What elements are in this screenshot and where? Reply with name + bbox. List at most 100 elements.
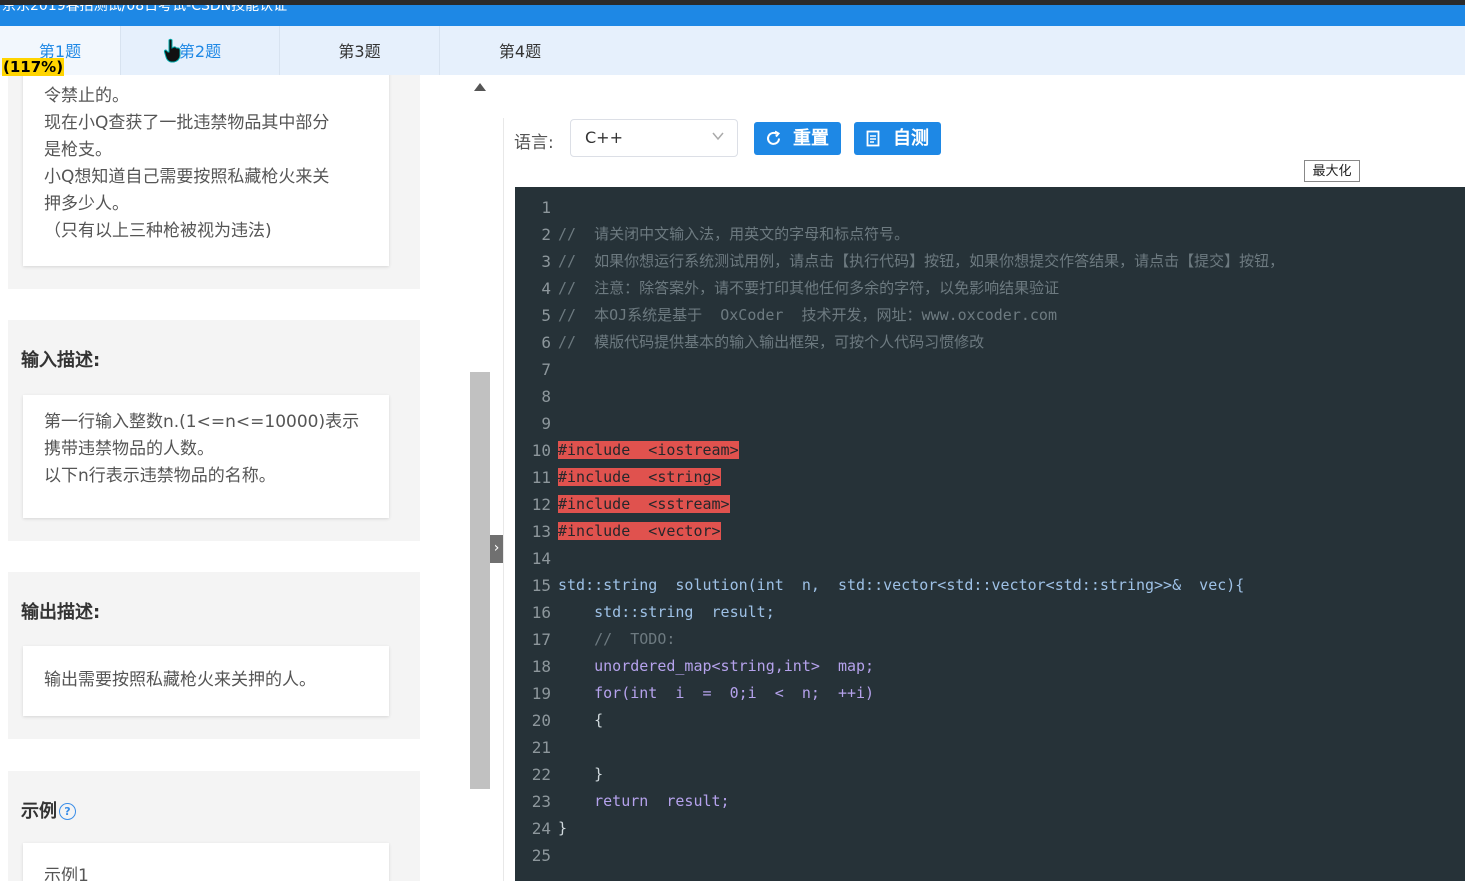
code-text: // 如果你想运行系统测试用例，请点击【执行代码】按钮，如果你想提交作答结果，请… [558, 252, 1285, 270]
highlighted-include: #include <sstream> [558, 495, 730, 513]
output-line: 输出需要按照私藏枪火来关押的人。 [44, 670, 316, 690]
line-number: 13 [531, 522, 551, 541]
tab-question-2[interactable]: 第2题 [121, 26, 279, 75]
problem-panel: 令禁止的。 现在小Q查获了一批违禁物品其中部分 是枪支。 小Q想知道自己需要按照… [0, 75, 470, 881]
code-line: 1 [515, 194, 1465, 221]
code-text-highlighted: #include <vector> [558, 518, 721, 545]
code-line: 17 // TODO: [515, 626, 1465, 653]
line-number: 8 [541, 387, 551, 406]
line-number: 1 [541, 198, 551, 217]
code-line: 14 [515, 545, 1465, 572]
question-tabs: 第1题 第2题 第3题 第4题 [0, 26, 1465, 75]
example-item: 示例1 [44, 866, 89, 881]
language-label: 语言: [514, 133, 554, 153]
scroll-up-arrow-icon[interactable] [474, 83, 486, 91]
collapse-chevron-icon[interactable]: › [490, 535, 503, 563]
line-number: 24 [531, 819, 551, 838]
example-title-row: 示例? [21, 797, 76, 823]
line-number: 4 [541, 279, 551, 298]
code-line: 2 // 请关闭中文输入法，用英文的字母和标点符号。 [515, 221, 1465, 248]
code-line: 11 #include <string> [515, 464, 1465, 491]
code-line: 18 unordered_map<string,int> map; [515, 653, 1465, 680]
line-number: 2 [541, 225, 551, 244]
code-line: 15 std::string solution(int n, std::vecto… [515, 572, 1465, 599]
code-line: 19 for(int i = 0;i < n; ++i) [515, 680, 1465, 707]
code-line: 13 #include <vector> [515, 518, 1465, 545]
code-line: 4 // 注意：除答案外，请不要打印其他任何多余的字符，以免影响结果验证 [515, 275, 1465, 302]
highlighted-include: #include <string> [558, 468, 721, 486]
line-number: 15 [531, 576, 551, 595]
window-title: 京东2019春招测试/08日考试-CSDN技能认证 [2, 5, 288, 14]
tab-label: 第4题 [498, 42, 542, 61]
line-number: 16 [531, 603, 551, 622]
panel-divider [503, 118, 504, 881]
browser-title-bar: 京东2019春招测试/08日考试-CSDN技能认证 [0, 5, 1465, 26]
tab-label: 第3题 [338, 42, 381, 61]
input-title: 输入描述: [21, 350, 101, 371]
highlighted-include: #include <vector> [558, 522, 721, 540]
scrollbar-thumb[interactable] [470, 372, 490, 789]
code-line: 6 // 模版代码提供基本的输入输出框架，可按个人代码习惯修改 [515, 329, 1465, 356]
code-line: 23 return result; [515, 788, 1465, 815]
code-line: 8 [515, 383, 1465, 410]
code-text: return result; [558, 792, 730, 810]
reset-label: 重置 [793, 128, 829, 149]
line-number: 25 [531, 846, 551, 865]
line-number: 14 [531, 549, 551, 568]
code-text: { [558, 711, 604, 729]
code-text-highlighted: #include <string> [558, 464, 721, 491]
self-test-label: 自测 [893, 128, 929, 149]
description-line: 小Q想知道自己需要按照私藏枪火来关 [44, 167, 330, 187]
description-line: 是枪支。 [44, 140, 112, 160]
description-line: （只有以上三种枪被视为违法) [44, 221, 272, 241]
line-number: 12 [531, 495, 551, 514]
language-value: C++ [585, 128, 623, 147]
code-text: // TODO: [558, 630, 676, 648]
line-number: 9 [541, 414, 551, 433]
code-text: } [558, 819, 568, 837]
code-line: 16 std::string result; [515, 599, 1465, 626]
code-text: // 模版代码提供基本的输入输出框架，可按个人代码习惯修改 [558, 333, 985, 351]
code-editor[interactable]: 1 2 // 请关闭中文输入法，用英文的字母和标点符号。 3 // 如果你想运行系统… [515, 187, 1465, 881]
question-circle-icon[interactable]: ? [59, 803, 76, 820]
code-text: std::string result; [558, 603, 775, 621]
line-number: 7 [541, 360, 551, 379]
line-number: 18 [531, 657, 551, 676]
code-line: 10 #include <iostream> [515, 437, 1465, 464]
example-card: 示例1 [23, 843, 389, 881]
tab-question-3[interactable]: 第3题 [280, 26, 439, 75]
highlighted-include: #include <iostream> [558, 441, 739, 459]
example-title: 示例 [21, 801, 57, 822]
code-line: 9 [515, 410, 1465, 437]
code-line: 12 #include <sstream> [515, 491, 1465, 518]
reset-button[interactable]: 重置 [754, 122, 841, 155]
zoom-indicator: (117%) [2, 58, 65, 76]
input-card: 第一行输入整数n.(1<=n<=10000)表示 携带违禁物品的人数。 以下n行… [23, 395, 389, 518]
code-line: 3 // 如果你想运行系统测试用例，请点击【执行代码】按钮，如果你想提交作答结果，… [515, 248, 1465, 275]
input-line: 第一行输入整数n.(1<=n<=10000)表示 [44, 412, 360, 432]
code-line: 7 [515, 356, 1465, 383]
line-number: 22 [531, 765, 551, 784]
line-number: 17 [531, 630, 551, 649]
description-card: 令禁止的。 现在小Q查获了一批违禁物品其中部分 是枪支。 小Q想知道自己需要按照… [23, 75, 389, 266]
language-select[interactable]: C++ [570, 119, 738, 157]
line-number: 23 [531, 792, 551, 811]
self-test-button[interactable]: 自测 [854, 122, 941, 155]
input-line: 以下n行表示违禁物品的名称。 [44, 466, 276, 486]
code-text: std::string solution(int n, std::vector<… [558, 576, 1245, 594]
code-text-highlighted: #include <iostream> [558, 437, 739, 464]
code-text: } [558, 765, 604, 783]
maximize-tooltip: 最大化 [1304, 160, 1360, 182]
document-test-icon [866, 130, 880, 147]
hand-cursor-icon [163, 38, 181, 63]
line-number: 6 [541, 333, 551, 352]
line-number: 5 [541, 306, 551, 325]
code-text: for(int i = 0;i < n; ++i) [558, 684, 875, 702]
tab-label: 第2题 [178, 42, 222, 61]
code-text-highlighted: #include <sstream> [558, 491, 730, 518]
description-line: 现在小Q查获了一批违禁物品其中部分 [44, 113, 330, 133]
line-number: 21 [531, 738, 551, 757]
code-text: // 注意：除答案外，请不要打印其他任何多余的字符，以免影响结果验证 [558, 279, 1060, 297]
input-line: 携带违禁物品的人数。 [44, 439, 214, 459]
tab-question-4[interactable]: 第4题 [440, 26, 600, 75]
